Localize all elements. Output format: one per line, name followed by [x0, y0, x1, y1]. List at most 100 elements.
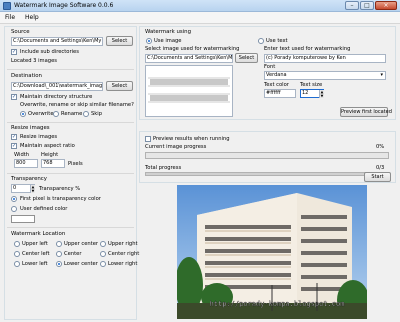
use-image-radio[interactable]: [146, 38, 152, 44]
overwrite-question: Overwrite, rename or skip similar filena…: [20, 102, 134, 108]
location-title: Watermark Location: [11, 231, 66, 237]
width-label: Width: [14, 152, 30, 158]
use-text-radio[interactable]: [258, 38, 264, 44]
watermark-image-path-input[interactable]: C:\Documents and Settings\Ken\My: [145, 54, 233, 63]
unit-label: Pixels: [68, 161, 83, 167]
divider: [7, 227, 134, 228]
maintain-structure-label: Maintain directory structure: [20, 94, 93, 100]
minimize-icon[interactable]: –: [345, 1, 359, 10]
app-icon: [3, 2, 11, 10]
font-label: Font: [264, 64, 276, 70]
location-center-right-radio[interactable]: [100, 251, 106, 257]
transparency-value: 0: [13, 185, 17, 191]
text-color-input[interactable]: #ffffff: [264, 89, 296, 98]
chevron-down-icon: ▾: [380, 72, 383, 78]
location-lower-left-label: Lower left: [22, 261, 48, 267]
watermark-text-overlay: http://porady-kompa.blogspot.com: [210, 300, 345, 308]
menu-file[interactable]: File: [0, 12, 20, 23]
location-upper-left-radio[interactable]: [14, 241, 20, 247]
menu-help[interactable]: Help: [20, 12, 44, 23]
rename-label: Rename: [61, 111, 83, 117]
divider: [7, 69, 134, 70]
total-progress-value: 0/3: [376, 165, 385, 171]
window-controls: – □ ×: [345, 1, 397, 10]
maintain-structure-checkbox[interactable]: ✓: [11, 94, 17, 100]
location-lower-center-label: Lower center: [64, 261, 98, 267]
divider: [7, 122, 134, 123]
width-input[interactable]: 800: [14, 159, 38, 168]
text-size-spinner[interactable]: ▲ ▼: [319, 89, 324, 98]
menu-bar: File Help: [0, 12, 400, 24]
preview-results-label: Preview results when running: [153, 136, 230, 142]
watermark-image-preview: [145, 65, 233, 117]
location-lower-center-radio[interactable]: [56, 261, 62, 267]
transparency-percent-label: Transparency %: [39, 186, 81, 192]
image-caption: Select image used for watermarking: [145, 46, 240, 52]
preview-first-button[interactable]: Preview first located: [340, 107, 392, 117]
watermark-title: Watermark using: [145, 29, 192, 35]
location-upper-right-radio[interactable]: [100, 241, 106, 247]
close-icon[interactable]: ×: [375, 1, 397, 10]
height-input[interactable]: 768: [41, 159, 65, 168]
title-bar: Watermark Image Software 0.0.6 – □ ×: [0, 0, 400, 12]
user-color-label: User defined color: [20, 206, 68, 212]
watermark-image-select-button[interactable]: Select: [235, 53, 258, 63]
maximize-icon[interactable]: □: [360, 1, 374, 10]
progress-panel: Preview results when running Current ima…: [139, 131, 396, 183]
skip-radio[interactable]: [83, 111, 89, 117]
watermark-preview-scribble: [148, 77, 230, 103]
current-progress-label: Current image progress: [145, 144, 207, 150]
destination-title: Destination: [11, 73, 42, 79]
total-progress-fill: [146, 173, 388, 175]
location-center-left-radio[interactable]: [14, 251, 20, 257]
preview-image: http://porady-kompa.blogspot.com: [177, 185, 367, 319]
location-center-right-label: Center right: [108, 251, 140, 257]
location-lower-right-radio[interactable]: [100, 261, 106, 267]
include-subdirs-checkbox[interactable]: ✓: [11, 49, 17, 55]
window-title: Watermark Image Software 0.0.6: [14, 2, 114, 9]
location-lower-right-label: Lower right: [108, 261, 138, 267]
user-color-swatch[interactable]: [11, 215, 35, 223]
use-image-label: Use image: [154, 38, 182, 44]
location-lower-left-radio[interactable]: [14, 261, 20, 267]
height-label: Height: [41, 152, 59, 158]
start-button[interactable]: Start: [364, 172, 391, 182]
current-progress-bar: [145, 152, 389, 159]
resize-images-checkbox[interactable]: ✓: [11, 134, 17, 140]
overwrite-label: Overwrite: [28, 111, 54, 117]
preview-results-checkbox[interactable]: [145, 136, 151, 142]
location-upper-left-label: Upper left: [22, 241, 48, 247]
aspect-ratio-label: Maintain aspect ratio: [20, 143, 75, 149]
overwrite-radio[interactable]: [20, 111, 26, 117]
aspect-ratio-checkbox[interactable]: ✓: [11, 143, 17, 149]
resize-title: Resize images: [11, 125, 50, 131]
location-upper-center-radio[interactable]: [56, 241, 62, 247]
left-panel: Source C:\Documents and Settings\Ken\My …: [4, 26, 140, 320]
first-pixel-label: First pixel is transparency color: [20, 196, 101, 202]
font-select[interactable]: Verdana ▾: [264, 71, 386, 80]
location-center-radio[interactable]: [56, 251, 62, 257]
first-pixel-radio[interactable]: [11, 196, 17, 202]
skip-label: Skip: [91, 111, 103, 117]
user-color-radio[interactable]: [11, 206, 17, 212]
destination-path-input[interactable]: C:\Download\_001\watermark_image: [11, 82, 103, 91]
transparency-spinner[interactable]: ▲ ▼: [30, 184, 35, 193]
watermark-text-input[interactable]: (c) Porady komputerowe by Ken: [264, 54, 386, 63]
current-progress-value: 0%: [376, 144, 385, 150]
location-upper-center-label: Upper center: [64, 241, 99, 247]
source-title: Source: [11, 29, 30, 35]
total-progress-label: Total progress: [145, 165, 182, 171]
source-select-button[interactable]: Select: [106, 36, 133, 46]
divider: [7, 173, 134, 174]
text-size-label: Text size: [300, 82, 323, 88]
text-caption: Enter text used for watermarking: [264, 46, 351, 52]
transparency-title: Transparency: [11, 176, 47, 182]
located-count-text: Located 3 images: [11, 58, 57, 64]
font-select-value: Verdana: [266, 72, 287, 78]
watermark-panel: Watermark using Use image Use text Selec…: [139, 26, 396, 120]
source-path-input[interactable]: C:\Documents and Settings\Ken\My: [11, 37, 103, 46]
use-text-label: Use text: [266, 38, 288, 44]
include-subdirs-label: Include sub directories: [20, 49, 79, 55]
destination-select-button[interactable]: Select: [106, 81, 133, 91]
rename-radio[interactable]: [53, 111, 59, 117]
